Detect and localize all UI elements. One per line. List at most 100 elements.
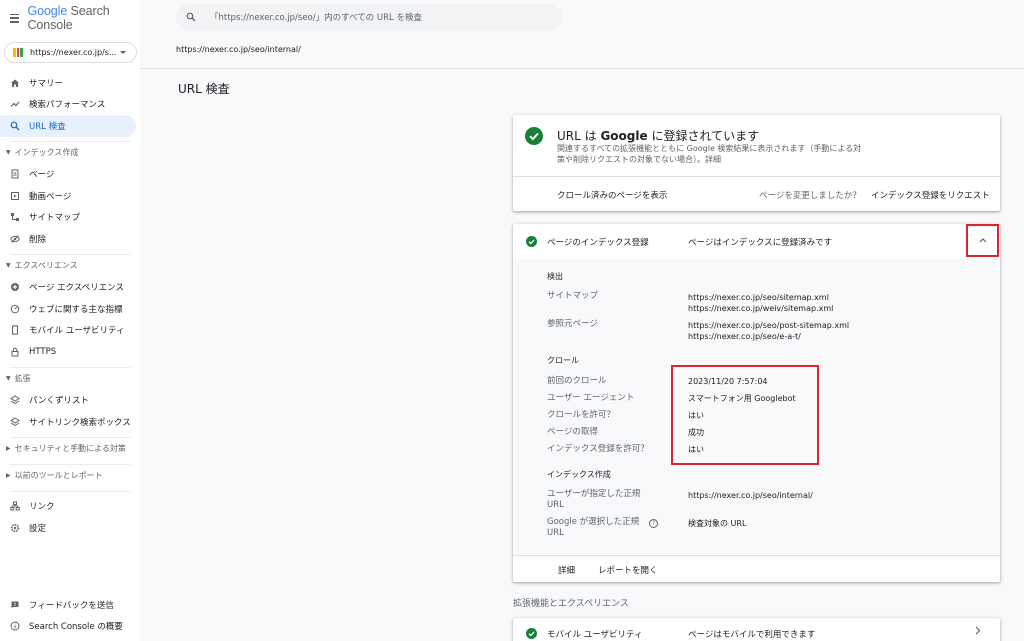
sidebar-item-links[interactable]: リンク xyxy=(0,496,136,518)
crawl-label: インデックス登録を許可？ xyxy=(547,444,649,454)
sidebar-section-indexing[interactable]: ▼ インデックス作成 xyxy=(0,142,140,164)
check-circle-icon xyxy=(525,127,543,145)
info-icon xyxy=(10,621,20,631)
section-heading-discovery: 検出 xyxy=(547,272,563,281)
referrer-label: 参照元ページ xyxy=(547,319,598,329)
status-card: URL は Google に登録されています 関連するすべての拡張機能とともに … xyxy=(513,115,1000,211)
sidebar-item-sitelinks-searchbox[interactable]: サイトリンク検索ボックス xyxy=(0,411,136,433)
sidebar-item-about[interactable]: Search Console の概要 xyxy=(0,616,136,638)
help-icon[interactable]: ? xyxy=(649,519,658,528)
enhancements-heading: 拡張機能とエクスペリエンス xyxy=(513,599,629,609)
sitemap-url[interactable]: https://nexer.co.jp/seo/sitemap.xml xyxy=(688,292,829,303)
user-canonical-label-line: ユーザーが指定した正規 xyxy=(547,489,641,499)
sidebar-item-mobile-usability[interactable]: モバイル ユーザビリティ xyxy=(0,320,136,342)
status-title-post: に登録されています xyxy=(647,129,760,143)
plus-circle-icon xyxy=(10,282,20,292)
referrer-url[interactable]: https://nexer.co.jp/seo/e-a-t/ xyxy=(688,331,801,342)
sidebar-item-url-inspection[interactable]: URL 検査 xyxy=(0,115,136,137)
request-indexing-button[interactable]: インデックス登録をリクエスト xyxy=(871,189,990,201)
collapse-button[interactable] xyxy=(966,224,999,257)
gauge-icon xyxy=(10,304,20,314)
referrer-url[interactable]: https://nexer.co.jp/seo/post-sitemap.xml xyxy=(688,320,849,331)
caret-down-icon: ▼ xyxy=(6,375,11,382)
sidebar-item-label: Search Console の概要 xyxy=(29,622,123,633)
sidebar-item-label: サイトマップ xyxy=(29,213,81,224)
user-canonical-label-line: URL xyxy=(547,500,564,510)
sidebar-item-settings[interactable]: 設定 xyxy=(0,517,136,539)
section-label: セキュリティと手動による対策 xyxy=(14,444,126,453)
sidebar-item-label: リンク xyxy=(29,502,55,513)
sidebar-section-security[interactable]: ▶ セキュリティと手動による対策 xyxy=(0,438,140,460)
sidebar-item-label: フィードバックを送信 xyxy=(29,600,114,611)
changed-page-question: ページを変更しましたか？ xyxy=(759,191,861,201)
sidebar-item-https[interactable]: HTTPS xyxy=(0,341,136,363)
sidebar-section-legacy[interactable]: ▶ 以前のツールとレポート xyxy=(0,465,140,487)
sidebar-item-page-experience[interactable]: ページ エクスペリエンス xyxy=(0,277,136,299)
menu-icon[interactable] xyxy=(10,13,20,23)
sidebar-footer: フィードバックを送信 Search Console の概要 xyxy=(0,594,140,637)
sidebar-item-performance[interactable]: 検索パフォーマンス xyxy=(0,94,136,116)
layers-icon xyxy=(10,395,20,405)
sitemaps-label: サイトマップ xyxy=(547,291,599,301)
sidebar-item-label: 削除 xyxy=(29,234,47,245)
sidebar-item-label: 動画ページ xyxy=(29,191,72,202)
mobile-usability-card[interactable]: モバイル ユーザビリティ ページはモバイルで利用できます xyxy=(513,618,1000,641)
page-indexing-status: ページはインデックスに登録済みです xyxy=(688,238,833,248)
chevron-right-icon xyxy=(975,626,981,638)
sidebar-item-label: ウェブに関する主な指標 xyxy=(29,304,123,315)
google-canonical-value: 検査対象の URL xyxy=(688,519,747,528)
sidebar-item-pages[interactable]: ページ xyxy=(0,164,136,186)
remove-icon xyxy=(10,234,20,244)
phone-icon xyxy=(10,325,20,335)
caret-down-icon xyxy=(120,51,126,54)
sidebar-item-label: HTTPS xyxy=(29,346,57,357)
sidebar-section-enhancements[interactable]: ▼ 拡張 xyxy=(0,368,140,390)
property-selector[interactable]: https://nexer.co.jp/s... xyxy=(4,42,137,63)
section-label: エクスペリエンス xyxy=(14,261,78,270)
page-indexing-title: ページのインデックス登録 xyxy=(547,238,649,248)
mobile-usability-status: ページはモバイルで利用できます xyxy=(688,630,816,640)
view-crawled-page-button[interactable]: クロール済みのページを表示 xyxy=(557,189,667,201)
sidebar-section-experience[interactable]: ▼ エクスペリエンス xyxy=(0,255,140,277)
divider xyxy=(513,176,1000,177)
lock-icon xyxy=(10,347,20,357)
sidebar-item-breadcrumbs[interactable]: パンくずリスト xyxy=(0,390,136,412)
sitemap-icon xyxy=(10,212,20,222)
caret-down-icon: ▼ xyxy=(6,262,11,269)
details-button[interactable]: 詳細 xyxy=(558,564,575,576)
file-icon xyxy=(10,169,20,179)
section-label: 拡張 xyxy=(14,374,31,383)
url-inspection-search[interactable]: 「https://nexer.co.jp/seo/」内のすべての URL を検査 xyxy=(176,4,562,30)
divider xyxy=(513,555,1000,556)
sidebar-item-sitemaps[interactable]: サイトマップ xyxy=(0,207,136,229)
section-heading-indexing: インデックス作成 xyxy=(547,470,611,479)
sidebar-item-feedback[interactable]: フィードバックを送信 xyxy=(0,594,136,616)
layers-icon xyxy=(10,417,20,427)
home-icon xyxy=(10,78,20,88)
sidebar-item-video-pages[interactable]: 動画ページ xyxy=(0,185,136,207)
chevron-up-icon xyxy=(979,238,986,243)
sitemap-url[interactable]: https://nexer.co.jp/weiv/sitemap.xml xyxy=(688,303,833,314)
search-input[interactable]: 「https://nexer.co.jp/seo/」内のすべての URL を検査 xyxy=(210,11,422,23)
open-report-button[interactable]: レポートを開く xyxy=(598,564,658,576)
mobile-usability-title: モバイル ユーザビリティ xyxy=(547,630,643,640)
status-title-bold: Google xyxy=(600,129,648,143)
status-description: 関連するすべての拡張機能とともに Google 検索結果に表示されます（手動によ… xyxy=(557,144,862,164)
app-logo[interactable]: Google Search Console xyxy=(27,4,140,32)
divider xyxy=(10,490,130,492)
sidebar-item-summary[interactable]: サマリー xyxy=(0,72,136,94)
sidebar-item-label: 設定 xyxy=(29,523,47,534)
caret-right-icon: ▶ xyxy=(6,445,11,452)
page-indexing-header[interactable]: ページのインデックス登録 ページはインデックスに登録済みです xyxy=(513,224,1000,259)
sidebar-item-removals[interactable]: 削除 xyxy=(0,228,136,250)
section-label: インデックス作成 xyxy=(14,148,79,157)
caret-down-icon: ▼ xyxy=(6,149,11,156)
trending-icon xyxy=(10,99,20,109)
sidebar-item-label: URL 検査 xyxy=(29,121,66,132)
divider xyxy=(140,68,1024,69)
user-canonical-value[interactable]: https://nexer.co.jp/seo/internal/ xyxy=(688,490,813,501)
sidebar-item-label: ページ xyxy=(29,170,55,181)
sidebar-item-core-web-vitals[interactable]: ウェブに関する主な指標 xyxy=(0,298,136,320)
caret-right-icon: ▶ xyxy=(6,472,11,479)
user-canonical-label: ユーザーが指定した正規 URL xyxy=(547,489,640,511)
